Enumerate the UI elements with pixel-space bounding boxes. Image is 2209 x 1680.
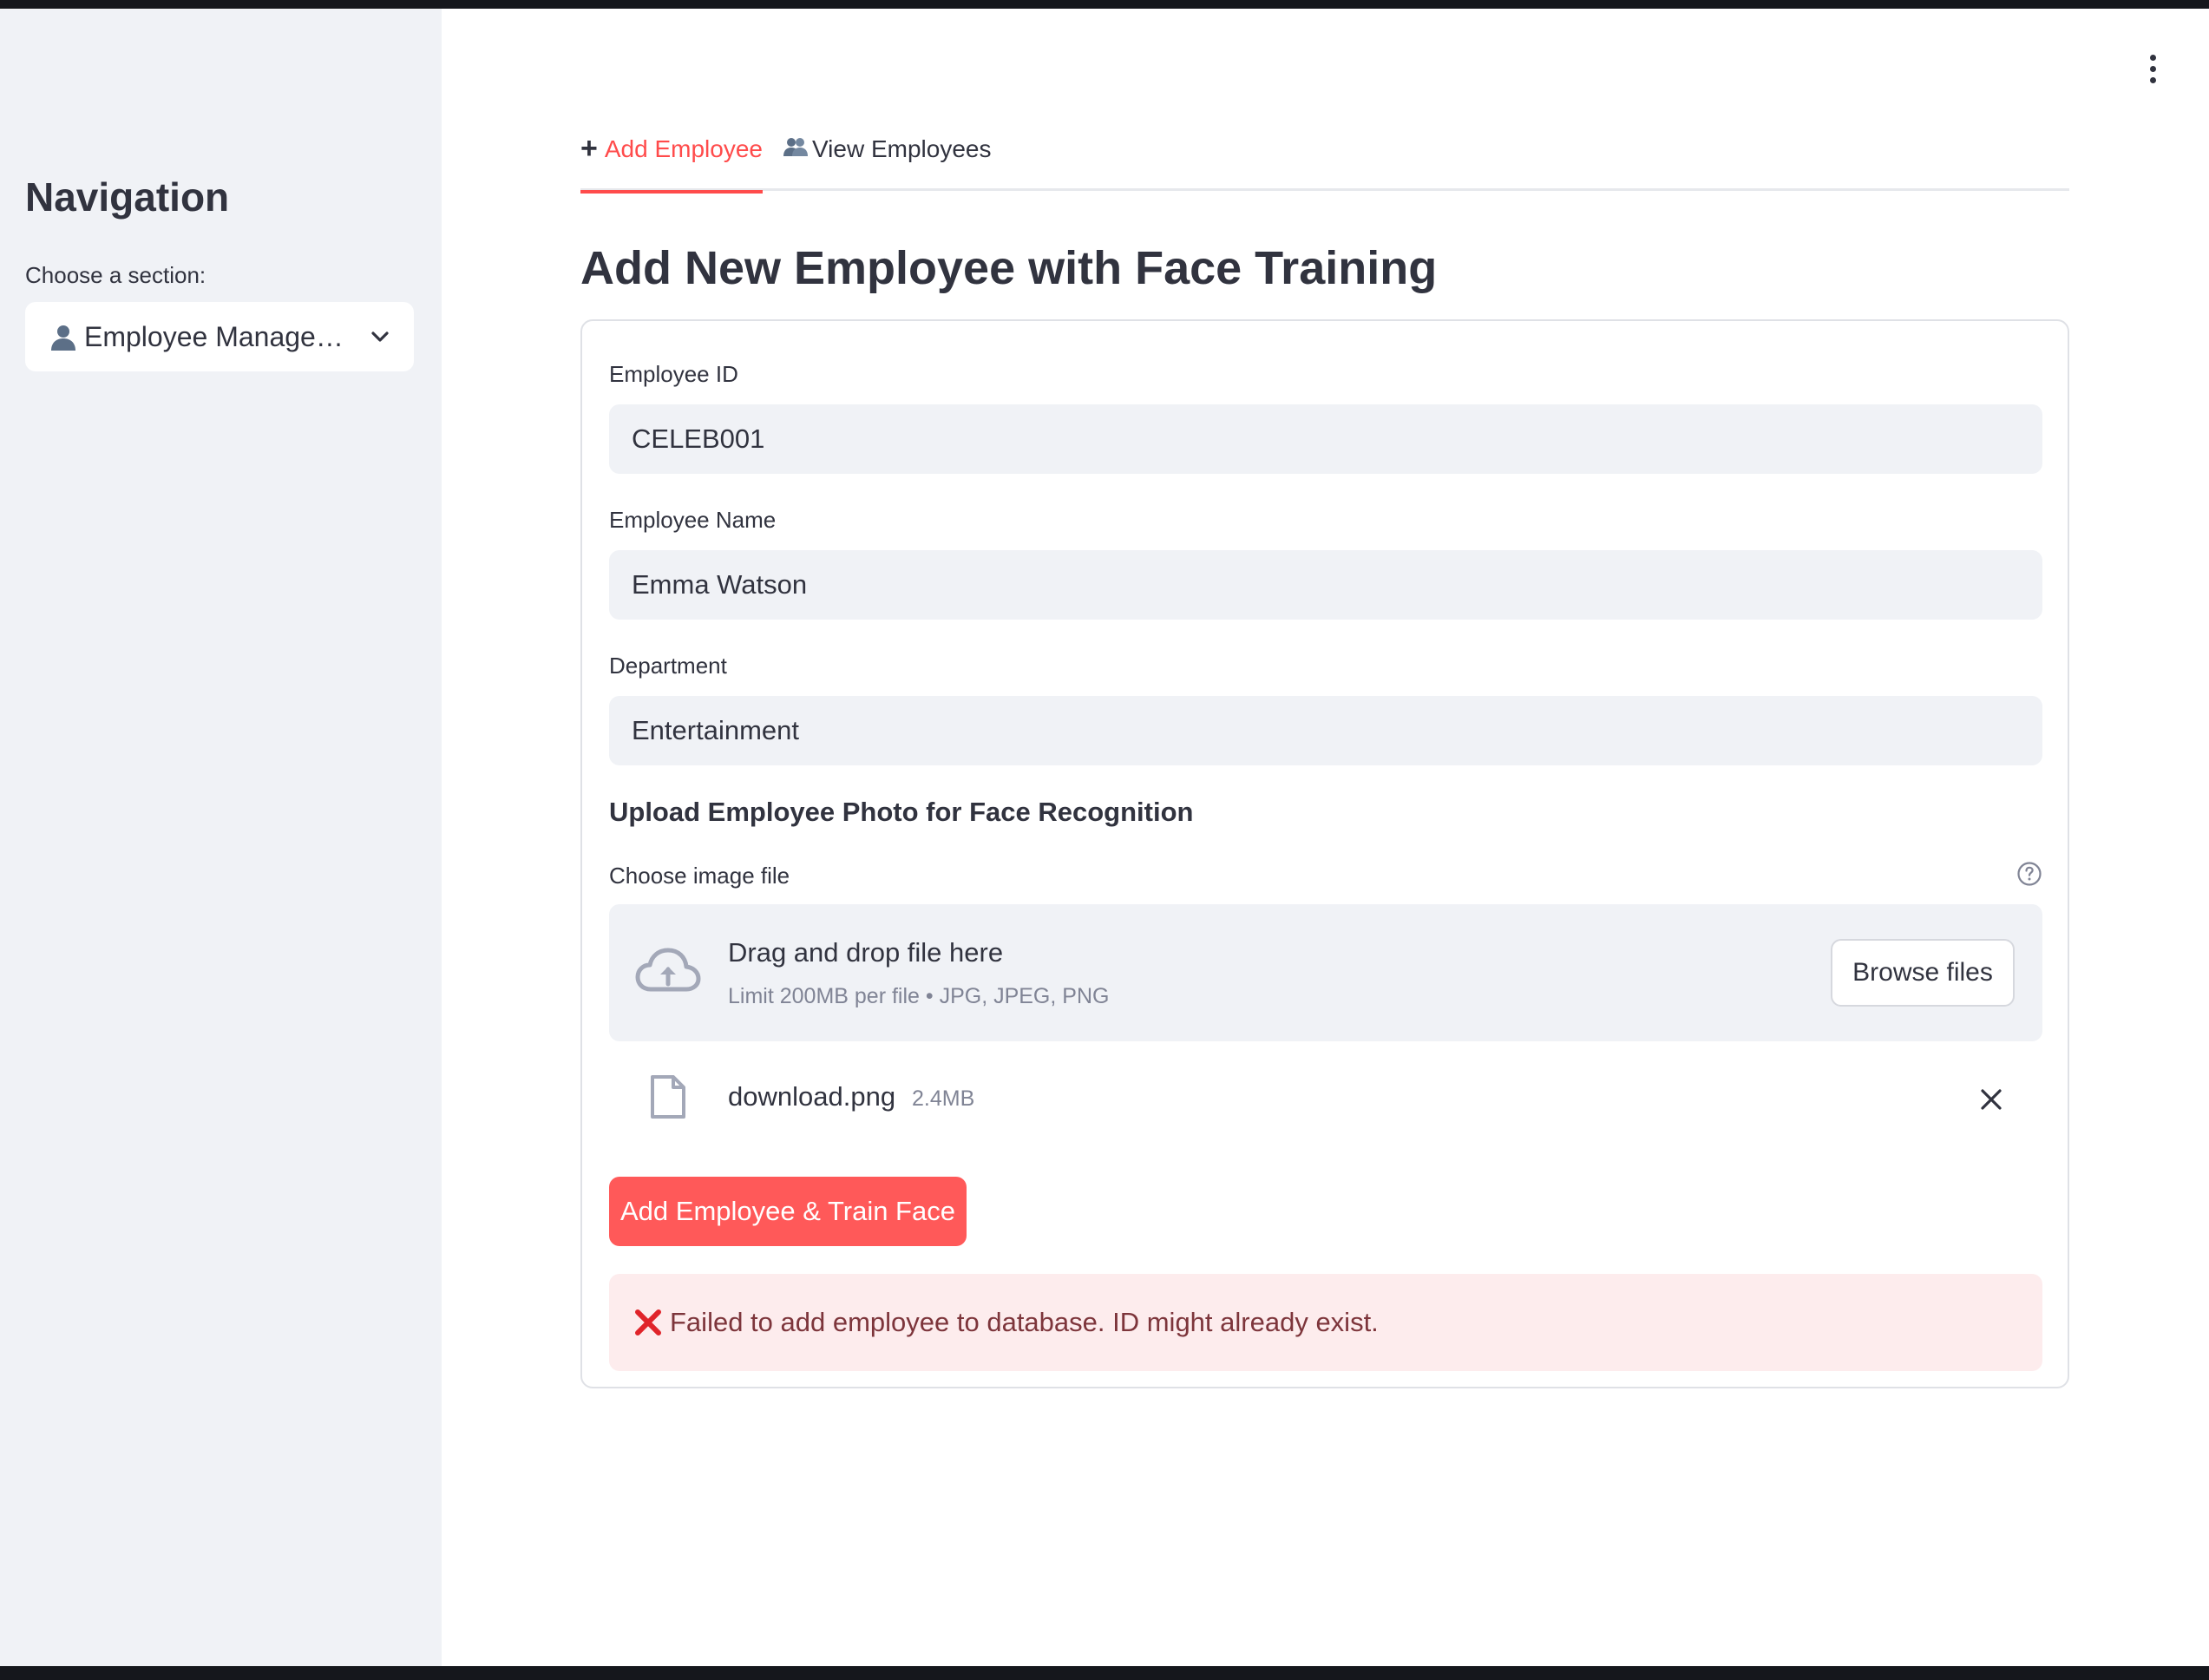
tab-label: View Employees (812, 135, 992, 162)
plus-icon: + (580, 132, 598, 165)
uploaded-file-name: download.png (728, 1081, 896, 1112)
employee-name-input[interactable] (609, 550, 2042, 620)
error-alert: Failed to add employee to database. ID m… (609, 1274, 2042, 1371)
tab-add-employee[interactable]: + Add Employee (580, 132, 763, 194)
browse-files-button[interactable]: Browse files (1831, 939, 2015, 1007)
close-icon[interactable] (1976, 1085, 2006, 1114)
department-input[interactable] (609, 696, 2042, 765)
employee-id-input[interactable] (609, 404, 2042, 474)
cloud-upload-icon (635, 948, 701, 992)
app-window: Navigation Choose a section: Employee Ma… (0, 9, 2209, 1666)
person-icon (48, 321, 79, 352)
page-title: Add New Employee with Face Training (580, 242, 1438, 294)
uploaded-file-row: download.png 2.4MB (609, 1067, 2042, 1137)
section-select-value: Employee Manage… (84, 320, 344, 352)
error-message: Failed to add employee to database. ID m… (670, 1307, 1379, 1337)
kebab-menu-icon[interactable] (2140, 47, 2166, 90)
file-dropzone[interactable]: Drag and drop file here Limit 200MB per … (609, 904, 2042, 1041)
employee-form: Employee ID Employee Name Department Upl… (580, 319, 2069, 1388)
file-icon (651, 1075, 685, 1119)
dropzone-title: Drag and drop file here (728, 937, 1004, 968)
tab-label: Add Employee (604, 135, 763, 162)
sidebar: Navigation Choose a section: Employee Ma… (0, 9, 442, 1666)
sidebar-title: Navigation (25, 174, 230, 220)
tab-view-employees[interactable]: View Employees (783, 135, 991, 191)
tab-bar: + Add Employee View Employees (580, 121, 2069, 194)
dropzone-subtitle: Limit 200MB per file • JPG, JPEG, PNG (728, 984, 1110, 1008)
employee-name-label: Employee Name (609, 507, 777, 533)
employee-id-label: Employee ID (609, 361, 738, 387)
uploaded-file-size: 2.4MB (912, 1086, 975, 1111)
section-select[interactable]: Employee Manage… (25, 302, 414, 371)
people-icon (783, 135, 809, 158)
section-select-label: Choose a section: (25, 262, 206, 288)
add-employee-train-face-button[interactable]: Add Employee & Train Face (609, 1177, 967, 1246)
error-x-icon (633, 1308, 663, 1337)
help-icon[interactable] (2016, 861, 2042, 887)
upload-heading: Upload Employee Photo for Face Recogniti… (609, 797, 1194, 827)
chevron-down-icon (369, 325, 391, 348)
file-uploader-label: Choose image file (609, 863, 790, 889)
department-label: Department (609, 653, 727, 679)
